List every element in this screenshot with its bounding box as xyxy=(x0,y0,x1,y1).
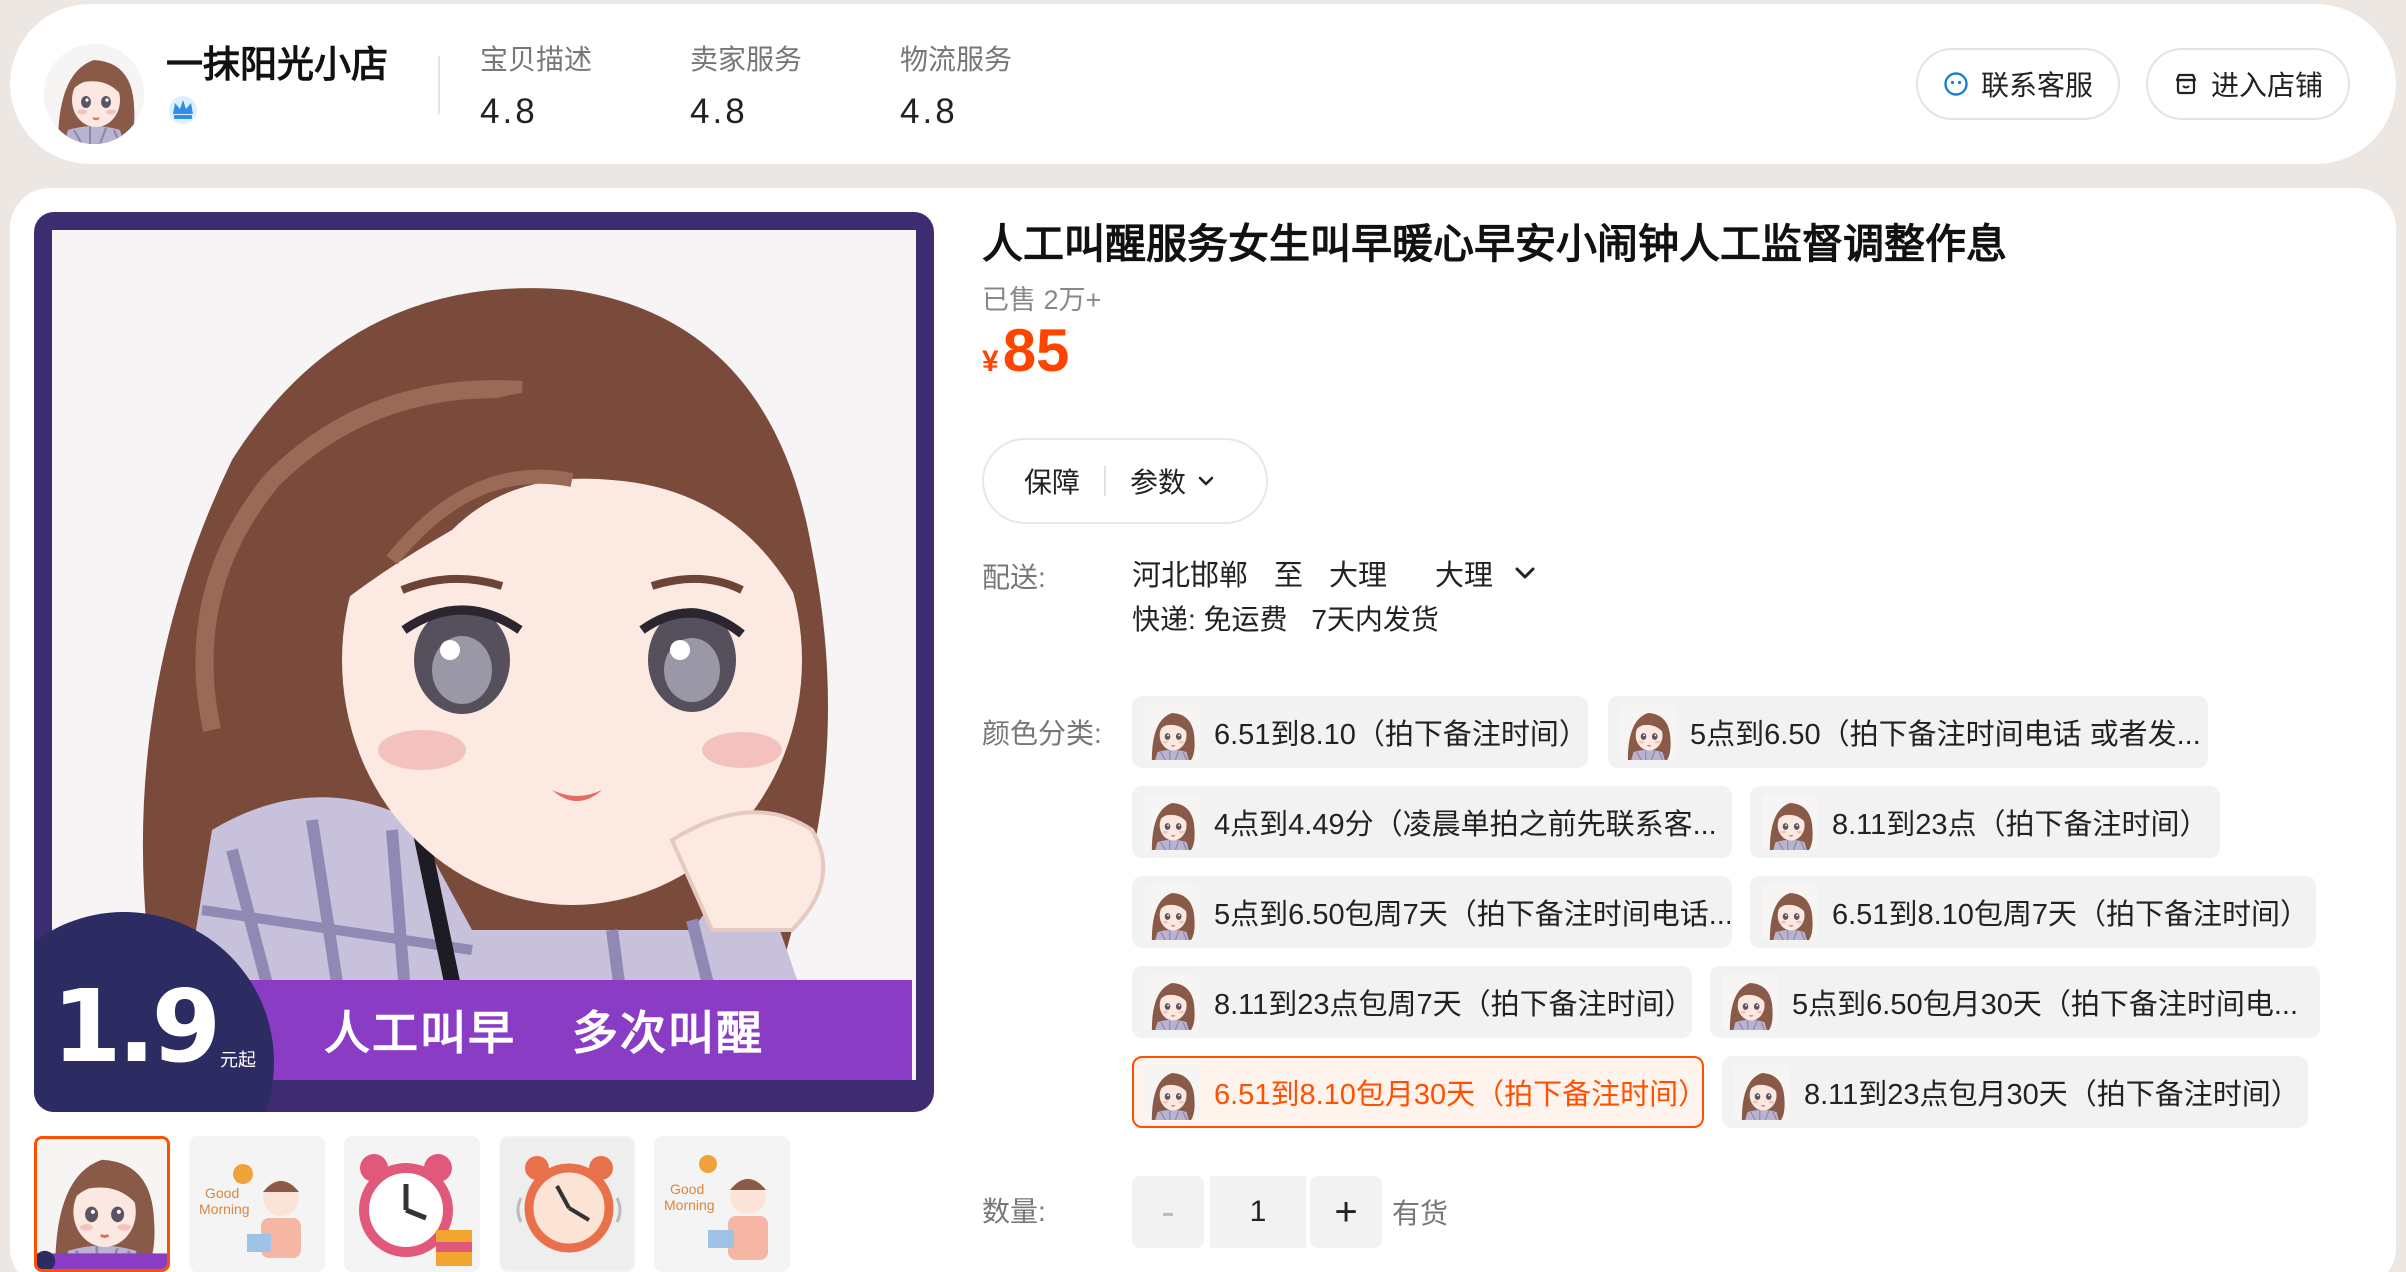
product-price: ¥ 85 xyxy=(982,316,1069,385)
ship-dispatch: 7天内发货 xyxy=(1311,604,1439,635)
info-tabs: 保障 参数 xyxy=(982,438,1268,524)
quantity-input[interactable]: 1 xyxy=(1210,1176,1306,1248)
main-product-image[interactable]: 人工叫早 多次叫醒 1.9 元起 xyxy=(34,212,934,1112)
quantity-plus-button[interactable]: + xyxy=(1310,1176,1382,1248)
sold-count: 已售 2万+ xyxy=(982,285,1102,315)
header-divider xyxy=(438,56,440,114)
enter-store-button[interactable]: 进入店铺 xyxy=(2146,48,2350,120)
option-item[interactable]: 5点到6.50包周7天（拍下备注时间电话... xyxy=(1132,876,1732,948)
tab-params[interactable]: 参数 xyxy=(1130,461,1186,501)
option-item[interactable]: 5点到6.50（拍下备注时间电话 或者发... xyxy=(1608,696,2208,768)
promo-price-unit: 元起 xyxy=(220,1050,256,1070)
quantity-label: 数量: xyxy=(982,1196,1046,1227)
metric-label: 物流服务 xyxy=(900,44,1013,75)
currency-symbol: ¥ xyxy=(982,345,999,378)
option-thumbnail xyxy=(1144,704,1200,760)
thumbnail-girl[interactable] xyxy=(34,1136,170,1272)
metric-value: 4.8 xyxy=(690,92,748,131)
good-morning-image: Good Morning xyxy=(191,1138,323,1270)
girl-thumbnail-image xyxy=(37,1139,167,1269)
banner-text-left: 人工叫早 xyxy=(324,1007,516,1059)
thumbnail-strip: Good Morning Good Morning xyxy=(34,1136,790,1272)
option-thumbnail xyxy=(1734,1064,1790,1120)
orange-clock-image xyxy=(501,1138,633,1270)
option-thumbnail xyxy=(1762,794,1818,850)
svg-text:Morning: Morning xyxy=(664,1197,715,1213)
option-item[interactable]: 8.11到23点包月30天（拍下备注时间） xyxy=(1722,1056,2308,1128)
option-item[interactable]: 6.51到8.10（拍下备注时间） xyxy=(1132,696,1588,768)
svg-text:Good: Good xyxy=(205,1185,239,1201)
shipping-method: 快递: 免运费 7天内发货 xyxy=(1132,598,1439,638)
chevron-down-icon[interactable] xyxy=(1511,559,1539,587)
shipping-label: 配送: xyxy=(982,562,1046,593)
ship-from: 河北邯郸 xyxy=(1132,560,1249,592)
store-name[interactable]: 一抹阳光小店 xyxy=(166,34,388,88)
metric-label: 卖家服务 xyxy=(690,44,803,75)
option-label: 8.11到23点包周7天（拍下备注时间） xyxy=(1214,989,1692,1021)
stock-status: 有货 xyxy=(1392,1198,1449,1229)
ship-to-word: 至 xyxy=(1274,560,1304,592)
option-item[interactable]: 4点到4.49分（凌晨单拍之前先联系客... xyxy=(1132,786,1732,858)
chevron-down-icon[interactable] xyxy=(1196,471,1216,491)
option-label: 5点到6.50包周7天（拍下备注时间电话... xyxy=(1214,899,1732,931)
contact-service-button[interactable]: 联系客服 xyxy=(1916,48,2120,120)
price-amount: 85 xyxy=(1002,317,1070,384)
metric-label: 宝贝描述 xyxy=(480,44,593,75)
option-thumbnail xyxy=(1722,974,1778,1030)
option-item[interactable]: 6.51到8.10包周7天（拍下备注时间） xyxy=(1750,876,2316,948)
thumbnail-orange-clock[interactable] xyxy=(499,1136,635,1272)
option-label: 6.51到8.10（拍下备注时间） xyxy=(1214,719,1588,751)
metric-description: 宝贝描述 4.8 xyxy=(480,38,592,132)
option-thumbnail xyxy=(1620,704,1676,760)
option-item[interactable]: 8.11到23点包周7天（拍下备注时间） xyxy=(1132,966,1692,1038)
product-card: 人工叫早 多次叫醒 1.9 元起 Good Morning Good Morni… xyxy=(10,188,2396,1272)
option-item[interactable]: 5点到6.50包月30天（拍下备注时间电... xyxy=(1710,966,2320,1038)
option-label: 8.11到23点包月30天（拍下备注时间） xyxy=(1804,1079,2300,1111)
promo-banner: 人工叫早 多次叫醒 xyxy=(214,980,912,1080)
good-morning-image: Good Morning xyxy=(656,1138,788,1270)
option-label: 6.51到8.10包月30天（拍下备注时间） xyxy=(1214,1079,1704,1111)
tab-separator xyxy=(1104,466,1107,496)
tab-guarantee[interactable]: 保障 xyxy=(1024,461,1080,501)
contact-service-label: 联系客服 xyxy=(1980,70,2093,101)
svg-text:Good: Good xyxy=(670,1181,704,1197)
option-label: 4点到4.49分（凌晨单拍之前先联系客... xyxy=(1214,809,1717,841)
thumbnail-good-morning[interactable]: Good Morning xyxy=(189,1136,325,1272)
store-header: 一抹阳光小店 宝贝描述 4.8 卖家服务 4.8 物流服务 4.8 联系客服 进… xyxy=(10,4,2396,164)
option-label: 5点到6.50包月30天（拍下备注时间电... xyxy=(1792,989,2298,1021)
option-label: 8.11到23点（拍下备注时间） xyxy=(1832,809,2209,841)
shipping-route: 河北邯郸 至 大理 大理 xyxy=(1132,552,1539,594)
store-icon xyxy=(2175,73,2197,95)
option-thumbnail xyxy=(1144,1064,1200,1120)
option-item-selected[interactable]: 6.51到8.10包月30天（拍下备注时间） xyxy=(1132,1056,1704,1128)
svg-text:Morning: Morning xyxy=(199,1201,250,1217)
banner-text-right: 多次叫醒 xyxy=(572,1007,764,1059)
thumbnail-good-morning-2[interactable]: Good Morning xyxy=(654,1136,790,1272)
metric-logistics: 物流服务 4.8 xyxy=(900,38,1012,132)
option-label: 5点到6.50（拍下备注时间电话 或者发... xyxy=(1690,719,2201,751)
ship-destination: 大理 xyxy=(1329,560,1388,592)
thumbnail-alarm-clock[interactable] xyxy=(344,1136,480,1272)
option-item[interactable]: 8.11到23点（拍下备注时间） xyxy=(1750,786,2220,858)
product-title: 人工叫醒服务女生叫早暖心早安小闹钟人工监督调整作息 xyxy=(982,221,2007,267)
store-avatar[interactable] xyxy=(44,44,144,144)
option-thumbnail xyxy=(1144,884,1200,940)
metric-seller-service: 卖家服务 4.8 xyxy=(690,38,802,132)
option-thumbnail xyxy=(1144,794,1200,850)
metric-value: 4.8 xyxy=(480,92,538,131)
chat-face-icon xyxy=(1944,72,1968,96)
alarm-clock-image xyxy=(346,1138,478,1270)
option-thumbnail xyxy=(1762,884,1818,940)
promo-price: 1.9 xyxy=(52,968,221,1085)
quantity-minus-button[interactable]: - xyxy=(1132,1176,1204,1248)
ship-method: 快递: 免运费 xyxy=(1132,604,1288,635)
option-label: 6.51到8.10包周7天（拍下备注时间） xyxy=(1832,899,2310,931)
enter-store-label: 进入店铺 xyxy=(2210,70,2323,101)
option-thumbnail xyxy=(1144,974,1200,1030)
ship-destination-select[interactable]: 大理 xyxy=(1435,552,1493,594)
crown-badge-icon xyxy=(169,96,197,124)
metric-value: 4.8 xyxy=(900,92,958,131)
color-option-label: 颜色分类: xyxy=(982,718,1102,749)
